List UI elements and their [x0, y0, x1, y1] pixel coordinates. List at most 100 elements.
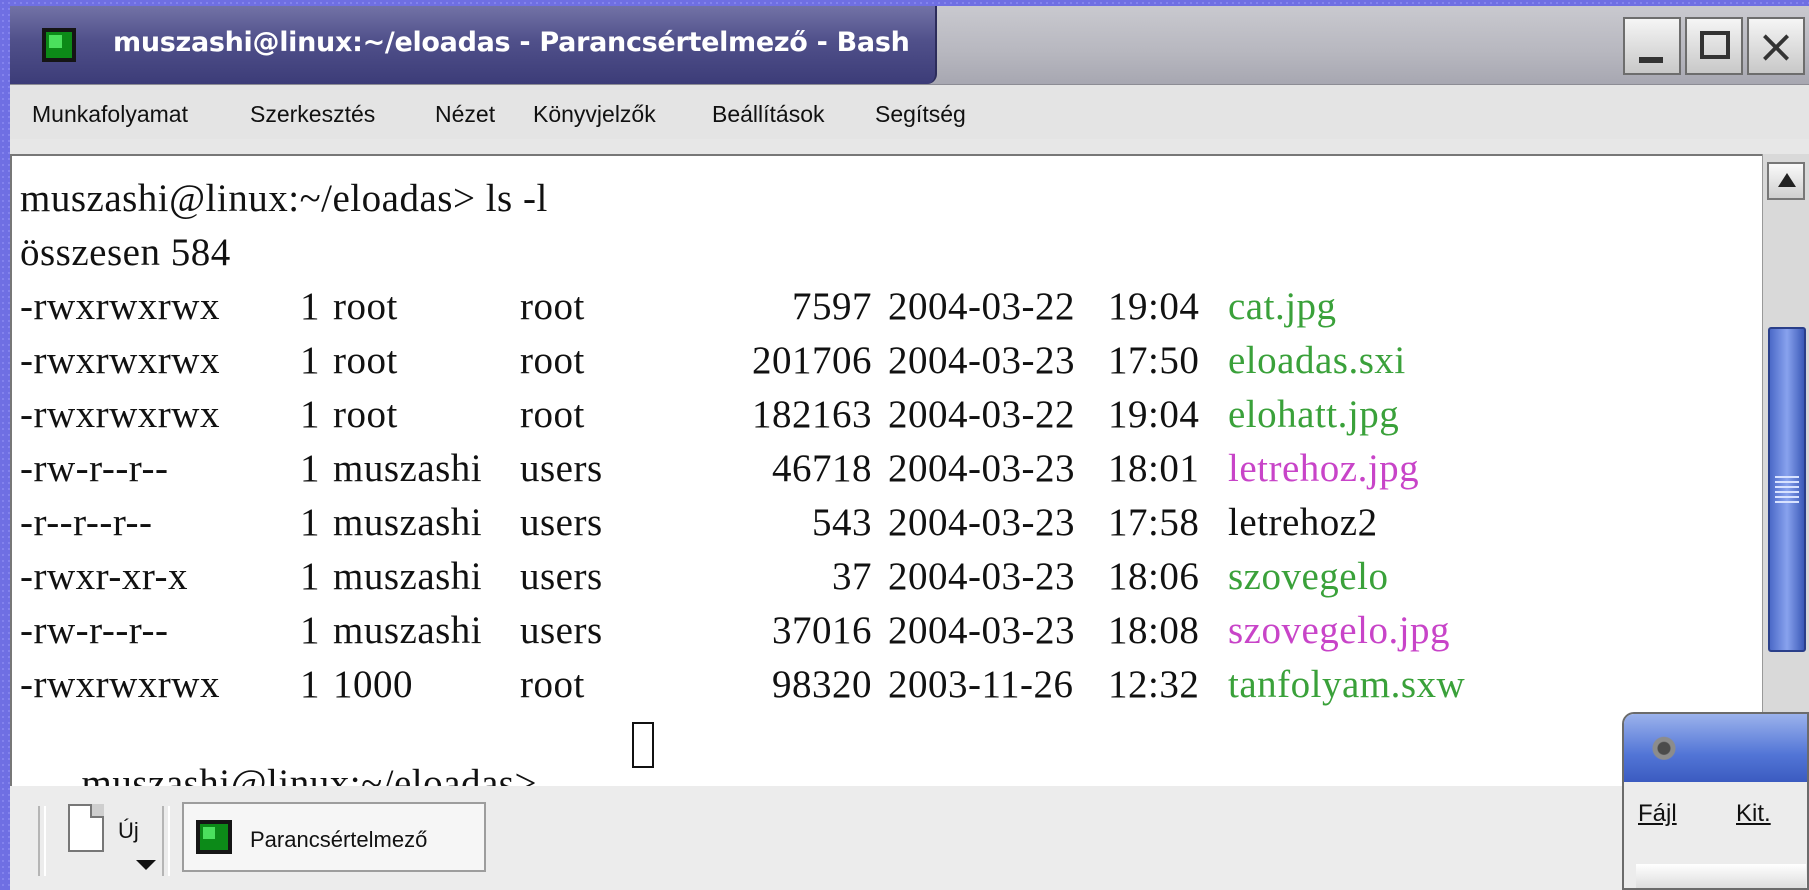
menu-konyvjelzok[interactable]: Könyvjelzők — [533, 101, 656, 128]
file-size: 98320 — [772, 663, 872, 706]
file-perms: -rwxr-xr-x — [20, 555, 189, 598]
minimize-icon — [1639, 57, 1663, 63]
file-owner: root — [333, 393, 398, 436]
file-perms: -rwxrwxrwx — [20, 393, 220, 436]
terminal-icon — [196, 820, 232, 854]
new-session-icon[interactable] — [68, 804, 104, 852]
file-name: letrehoz2 — [1228, 501, 1378, 544]
file-group: root — [520, 393, 585, 436]
title-tab[interactable]: muszashi@linux:~/eloadas - Parancsértelm… — [10, 6, 937, 84]
file-links: 1 — [300, 663, 320, 706]
file-time: 19:04 — [1108, 393, 1200, 436]
file-links: 1 — [300, 501, 320, 544]
session-tab-label: Parancsértelmező — [250, 827, 428, 852]
file-size: 201706 — [752, 339, 872, 382]
file-date: 2004-03-22 — [888, 285, 1075, 328]
file-time: 18:06 — [1108, 555, 1200, 598]
menu-fajl-label: Fájl — [1638, 800, 1677, 827]
file-owner: muszashi — [333, 609, 483, 652]
prompt-line: muszashi@linux:~/eloadas> — [20, 716, 654, 805]
file-group: users — [520, 501, 603, 544]
background-window-titlebar[interactable] — [1624, 714, 1807, 782]
menu-munkafolyamat[interactable]: Munkafolyamat — [32, 101, 188, 128]
maximize-button[interactable] — [1685, 17, 1743, 75]
session-tab[interactable]: Parancsértelmező — [182, 802, 486, 872]
maximize-icon — [1700, 31, 1730, 59]
title-bar[interactable]: muszashi@linux:~/eloadas - Parancsértelm… — [10, 6, 1809, 85]
close-button[interactable]: × — [1747, 17, 1805, 75]
file-time: 17:58 — [1108, 501, 1200, 544]
terminal-output[interactable]: muszashi@linux:~/eloadas> ls -l összesen… — [10, 154, 1764, 805]
file-date: 2004-03-23 — [888, 501, 1075, 544]
menu-nezet[interactable]: Nézet — [435, 101, 495, 128]
file-date: 2004-03-23 — [888, 609, 1075, 652]
menu-beallitasok[interactable]: Beállítások — [712, 101, 825, 128]
terminal-icon — [42, 28, 76, 62]
file-size: 7597 — [792, 285, 872, 328]
file-perms: -r--r--r-- — [20, 501, 153, 544]
text-cursor — [632, 722, 654, 768]
app-icon — [1648, 734, 1680, 760]
file-links: 1 — [300, 555, 320, 598]
file-owner: muszashi — [333, 447, 483, 490]
file-name: letrehoz.jpg — [1228, 447, 1420, 490]
file-group: root — [520, 285, 585, 328]
file-time: 18:08 — [1108, 609, 1200, 652]
scroll-up-button[interactable] — [1767, 162, 1805, 200]
menu-kit-label: Kit. — [1736, 800, 1771, 827]
file-links: 1 — [300, 447, 320, 490]
file-date: 2004-03-22 — [888, 393, 1075, 436]
file-name: szovegelo.jpg — [1228, 609, 1451, 652]
konsole-tab-bar: Új Parancsértelmező — [10, 786, 1809, 890]
minimize-button[interactable] — [1623, 17, 1681, 75]
chevron-down-icon[interactable] — [136, 860, 156, 870]
file-name: cat.jpg — [1228, 285, 1337, 328]
divider — [162, 806, 170, 876]
file-group: root — [520, 339, 585, 382]
file-group: root — [520, 663, 585, 706]
file-perms: -rwxrwxrwx — [20, 285, 220, 328]
total-line: összesen 584 — [20, 231, 231, 274]
vertical-scrollbar[interactable] — [1762, 154, 1809, 754]
window-title: muszashi@linux:~/eloadas - Parancsértelm… — [113, 27, 910, 58]
new-session-label[interactable]: Új — [118, 818, 139, 844]
konsole-window: muszashi@linux:~/eloadas - Parancsértelm… — [10, 6, 1809, 890]
file-time: 19:04 — [1108, 285, 1200, 328]
file-time: 18:01 — [1108, 447, 1200, 490]
file-date: 2004-03-23 — [888, 447, 1075, 490]
toolbar-strip — [1636, 864, 1806, 888]
file-perms: -rw-r--r-- — [20, 447, 169, 490]
file-time: 12:32 — [1108, 663, 1200, 706]
file-size: 543 — [812, 501, 872, 544]
scrollbar-thumb[interactable] — [1768, 327, 1806, 652]
menu-segitseg[interactable]: Segítség — [875, 101, 966, 128]
divider — [38, 806, 46, 876]
menu-bar: Munkafolyamat Szerkesztés Nézet Könyvjel… — [10, 85, 1809, 139]
file-group: users — [520, 555, 603, 598]
file-name: eloadas.sxi — [1228, 339, 1406, 382]
file-links: 1 — [300, 285, 320, 328]
file-owner: muszashi — [333, 555, 483, 598]
file-date: 2003-11-26 — [888, 663, 1074, 706]
file-perms: -rwxrwxrwx — [20, 663, 220, 706]
file-links: 1 — [300, 393, 320, 436]
file-owner: 1000 — [333, 663, 413, 706]
menu-szerkesztes[interactable]: Szerkesztés — [250, 101, 375, 128]
file-name: szovegelo — [1228, 555, 1389, 598]
file-name: tanfolyam.sxw — [1228, 663, 1466, 706]
file-group: users — [520, 609, 603, 652]
file-size: 46718 — [772, 447, 872, 490]
background-window[interactable]: Fájl Kit. — [1622, 712, 1809, 890]
file-links: 1 — [300, 609, 320, 652]
file-name: elohatt.jpg — [1228, 393, 1400, 436]
file-links: 1 — [300, 339, 320, 382]
file-size: 37 — [832, 555, 872, 598]
menu-kit[interactable]: Kit. — [1736, 800, 1771, 828]
menu-fajl[interactable]: Fájl — [1638, 800, 1677, 828]
grip-icon — [1775, 476, 1799, 506]
file-owner: muszashi — [333, 501, 483, 544]
file-perms: -rwxrwxrwx — [20, 339, 220, 382]
file-size: 37016 — [772, 609, 872, 652]
file-group: users — [520, 447, 603, 490]
file-date: 2004-03-23 — [888, 339, 1075, 382]
